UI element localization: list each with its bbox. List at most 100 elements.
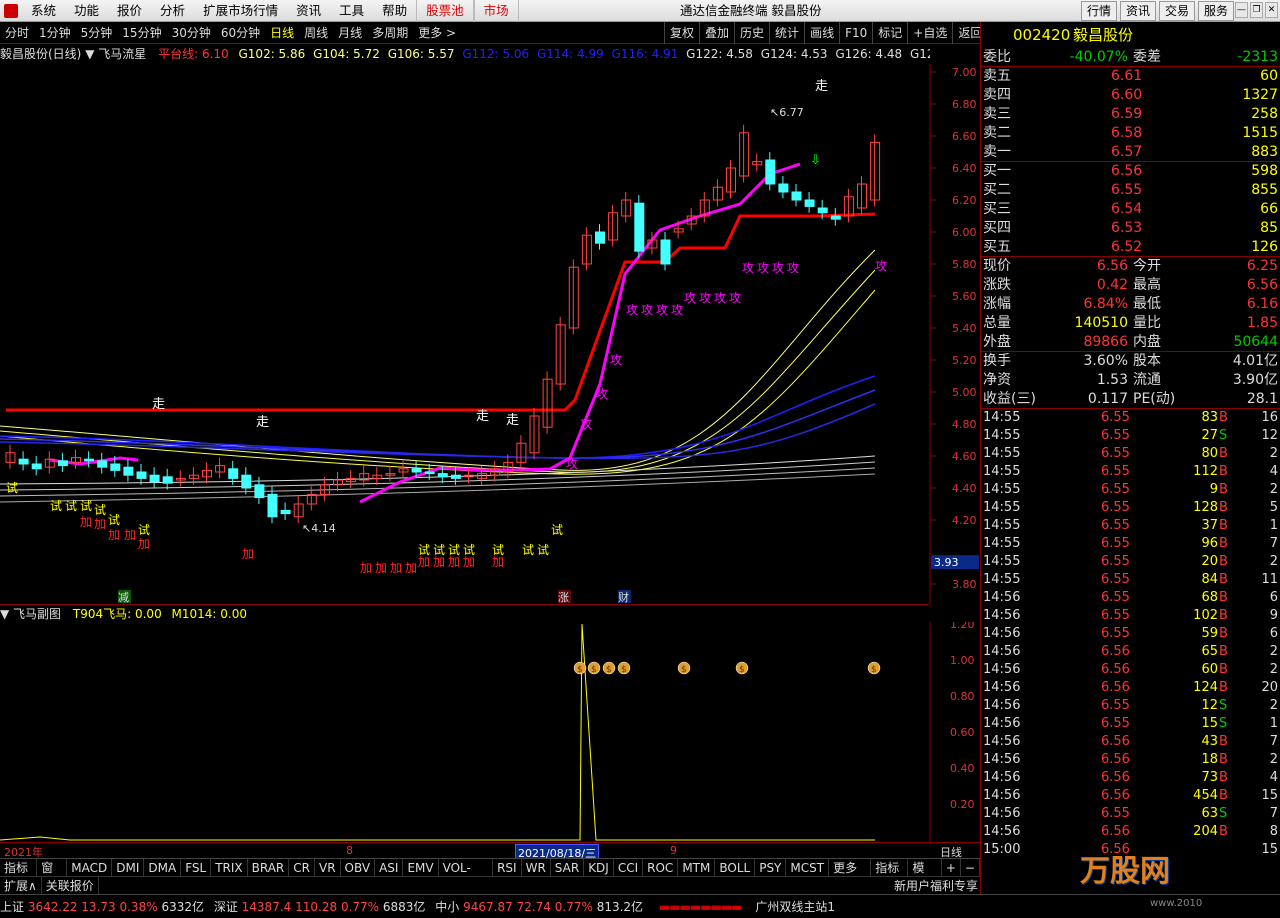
period-tab-4[interactable]: 30分钟 bbox=[167, 24, 216, 41]
tool-button-2[interactable]: 历史 bbox=[734, 22, 769, 44]
tick-price: 6.56 bbox=[1101, 788, 1130, 803]
menu-item-1[interactable]: 功能 bbox=[65, 0, 108, 22]
indicator-tab-13[interactable]: VOL-TDX bbox=[439, 859, 494, 893]
candle-body bbox=[660, 239, 671, 265]
period-tab-6[interactable]: 日线 bbox=[265, 24, 299, 41]
mark-gong: 攻 bbox=[671, 303, 683, 317]
period-tab-1[interactable]: 1分钟 bbox=[34, 24, 76, 41]
indicator-tab-20[interactable]: MTM bbox=[678, 859, 716, 876]
tick-volume: 73 bbox=[1201, 770, 1218, 785]
stat-value: 89866 bbox=[1083, 334, 1128, 350]
period-tab-7[interactable]: 周线 bbox=[299, 24, 333, 41]
indicator-tab-5[interactable]: FSL bbox=[181, 859, 212, 876]
t904-line bbox=[0, 623, 875, 841]
tick-price: 6.55 bbox=[1101, 410, 1130, 425]
tool-button-1[interactable]: 叠加 bbox=[699, 22, 734, 44]
extension-tab-0[interactable]: 扩展∧ bbox=[0, 877, 42, 894]
promo-link[interactable]: 新用户福利专享 bbox=[894, 877, 978, 895]
tick-count: 2 bbox=[1269, 644, 1278, 659]
indicator-tab-9[interactable]: VR bbox=[315, 859, 341, 876]
stat-value: 6.16 bbox=[1246, 296, 1278, 312]
tick-count: 20 bbox=[1261, 680, 1278, 695]
top-button-2[interactable]: 交易 bbox=[1158, 1, 1195, 21]
indicator-tab-7[interactable]: BRAR bbox=[248, 859, 290, 876]
tick-time: 14:56 bbox=[983, 788, 1021, 803]
menu-item-2[interactable]: 报价 bbox=[108, 0, 151, 22]
period-tab-2[interactable]: 5分钟 bbox=[76, 24, 118, 41]
candle-body bbox=[228, 468, 239, 479]
indicator-tab-11[interactable]: ASI bbox=[375, 859, 404, 876]
tool-button-5[interactable]: F10 bbox=[839, 22, 872, 44]
indicator-tab-4[interactable]: DMA bbox=[144, 859, 182, 876]
level-label: 卖四 bbox=[983, 87, 1011, 103]
menu-item-red-1[interactable]: 市场 bbox=[473, 0, 519, 22]
period-tab-10[interactable]: 更多 > bbox=[413, 24, 461, 41]
indicator-tab-0[interactable]: 指标A bbox=[0, 859, 38, 893]
menu-item-red-0[interactable]: 股票池 bbox=[416, 0, 474, 22]
indicator-tab-24[interactable]: 更多 > bbox=[829, 859, 872, 893]
level-volume: 883 bbox=[1251, 144, 1278, 160]
menu-item-5[interactable]: 资讯 bbox=[287, 0, 330, 22]
indicator-tab-16[interactable]: SAR bbox=[551, 859, 585, 876]
period-tab-3[interactable]: 15分钟 bbox=[117, 24, 166, 41]
indicator-tab-23[interactable]: MCST bbox=[786, 859, 830, 876]
top-button-0[interactable]: 行情 bbox=[1080, 1, 1117, 21]
tick-side: S bbox=[1219, 806, 1228, 821]
indicator-tab-19[interactable]: ROC bbox=[643, 859, 679, 876]
indicator-tab-22[interactable]: PSY bbox=[755, 859, 787, 876]
menu-item-4[interactable]: 扩展市场行情 bbox=[194, 0, 287, 22]
tick-time: 14:55 bbox=[983, 518, 1021, 533]
platform-line-value: 平台线: 6.10 bbox=[158, 47, 229, 61]
server-name[interactable]: 广州双线主站1 bbox=[755, 900, 835, 914]
mark-jia: 加 bbox=[108, 528, 120, 542]
top-button-3[interactable]: 服务 bbox=[1197, 1, 1234, 21]
price-axis: 7.00 6.80 6.60 6.40 6.20 6.00 5.80 5.60 5.40 5.20… bbox=[930, 66, 979, 591]
indicator-tab-15[interactable]: WR bbox=[522, 859, 551, 876]
tool-button-6[interactable]: 标记 bbox=[872, 22, 907, 44]
sub-tick-label: 1.20 bbox=[950, 622, 975, 631]
extension-tab-1[interactable]: 关联报价 bbox=[42, 877, 99, 894]
indicator-tab-12[interactable]: EMV bbox=[403, 859, 439, 876]
menu-item-7[interactable]: 帮助 bbox=[373, 0, 416, 22]
tool-button-7[interactable]: +自选 bbox=[907, 22, 952, 44]
indicator-name[interactable]: ▼ 飞马流星 bbox=[85, 47, 146, 61]
tool-button-0[interactable]: 复权 bbox=[664, 22, 699, 44]
tick-time: 14:56 bbox=[983, 806, 1021, 821]
sub-chart-name[interactable]: ▼ 飞马副图 bbox=[0, 607, 61, 621]
tick-list[interactable]: 14:55 6.55 83 B 16 14:55 6.55 27 S 12 14:55 6.55 80 B… bbox=[981, 409, 1280, 859]
indicator-tab-21[interactable]: BOLL bbox=[715, 859, 756, 876]
period-tab-9[interactable]: 多周期 bbox=[367, 24, 413, 41]
indicator-tab-18[interactable]: CCI bbox=[614, 859, 644, 876]
minimize-icon[interactable]: — bbox=[1235, 2, 1248, 18]
tick-time: 14:55 bbox=[983, 572, 1021, 587]
candle-body bbox=[778, 183, 789, 193]
tool-button-3[interactable]: 统计 bbox=[769, 22, 804, 44]
indicator-tab-2[interactable]: MACD bbox=[67, 859, 113, 876]
restore-icon[interactable]: ❐ bbox=[1250, 2, 1263, 18]
candle-body bbox=[241, 474, 252, 489]
indicator-tab-10[interactable]: OBV bbox=[341, 859, 376, 876]
indicator-tab-8[interactable]: CR bbox=[289, 859, 315, 876]
tick-time: 14:56 bbox=[983, 626, 1021, 641]
indicator-tab-6[interactable]: TRIX bbox=[211, 859, 248, 876]
period-tab-8[interactable]: 月线 bbox=[333, 24, 367, 41]
indicator-tab-27[interactable]: + bbox=[942, 859, 961, 876]
menu-item-6[interactable]: 工具 bbox=[330, 0, 373, 22]
period-tab-5[interactable]: 60分钟 bbox=[216, 24, 265, 41]
indicator-tab-3[interactable]: DMI bbox=[112, 859, 145, 876]
menu-item-3[interactable]: 分析 bbox=[151, 0, 194, 22]
indicator-tab-17[interactable]: KDJ bbox=[584, 859, 614, 876]
price-tick-label: 4.60 bbox=[952, 450, 977, 463]
kline-chart[interactable]: 7.00 6.80 6.60 6.40 6.20 6.00 5.80 5.60 5.40 5.20… bbox=[0, 64, 980, 604]
menu-item-0[interactable]: 系统 bbox=[22, 0, 65, 22]
period-tab-0[interactable]: 分时 bbox=[0, 24, 34, 41]
top-button-1[interactable]: 资讯 bbox=[1119, 1, 1156, 21]
tool-button-4[interactable]: 画线 bbox=[804, 22, 839, 44]
sub-chart[interactable]: 1.20 1.00 0.80 0.60 0.40 0.20 $ $ $ $ $ $ $ bbox=[0, 622, 980, 842]
indicator-tab-1[interactable]: 窗口 bbox=[37, 859, 68, 893]
indicator-tab-28[interactable]: − bbox=[961, 859, 980, 876]
indicator-tab-14[interactable]: RSI bbox=[493, 859, 522, 876]
indicator-tab-26[interactable]: 模 板 bbox=[908, 859, 942, 893]
close-icon[interactable]: ✕ bbox=[1265, 2, 1278, 18]
indicator-tab-25[interactable]: 指标B bbox=[871, 859, 909, 893]
